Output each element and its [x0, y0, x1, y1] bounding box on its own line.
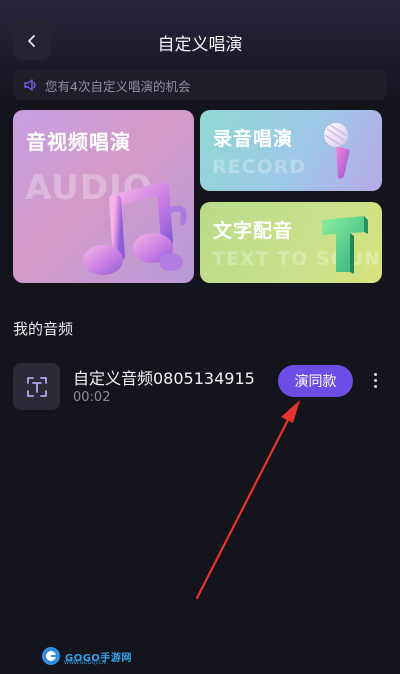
audio-video-card-title: 音视频唱演: [26, 130, 131, 154]
microphone-icon: [324, 123, 350, 179]
text-scan-icon: [26, 376, 47, 397]
music-note-icon: [83, 182, 187, 275]
text-to-sound-card[interactable]: 文字配音 TEXT TO SOUND: [200, 202, 382, 283]
page-title: 自定义唱演: [157, 35, 243, 55]
my-audio-section-title: 我的音频: [13, 320, 74, 338]
record-card[interactable]: 录音唱演 RECORD: [200, 110, 382, 191]
notice-text: 您有4次自定义唱演的机会: [45, 78, 191, 94]
record-card-subtitle: RECORD: [212, 156, 307, 178]
audio-duration: 00:02: [73, 390, 111, 405]
audio-video-card[interactable]: 音视频唱演 AUDIO: [13, 110, 194, 283]
text-to-sound-card-title: 文字配音: [213, 220, 294, 242]
audio-name: 自定义音频0805134915: [73, 369, 255, 388]
letter-t-icon: [322, 216, 368, 274]
audio-list-item[interactable]: 自定义音频0805134915 00:02 演同款: [13, 363, 387, 411]
speaker-icon: [24, 79, 36, 91]
header: 自定义唱演: [0, 22, 400, 62]
record-card-title: 录音唱演: [213, 128, 294, 150]
gogo-logo-icon: [42, 647, 60, 665]
watermark-logo: GOGO手游网 WWW.GOGOJ.CN: [40, 645, 132, 667]
audio-thumbnail: [13, 363, 60, 410]
watermark-url: WWW.GOGOJ.CN: [64, 660, 106, 666]
more-vertical-icon[interactable]: [368, 369, 382, 391]
notice-bar: 您有4次自定义唱演的机会: [13, 70, 387, 100]
perform-same-button[interactable]: 演同款: [278, 365, 353, 397]
